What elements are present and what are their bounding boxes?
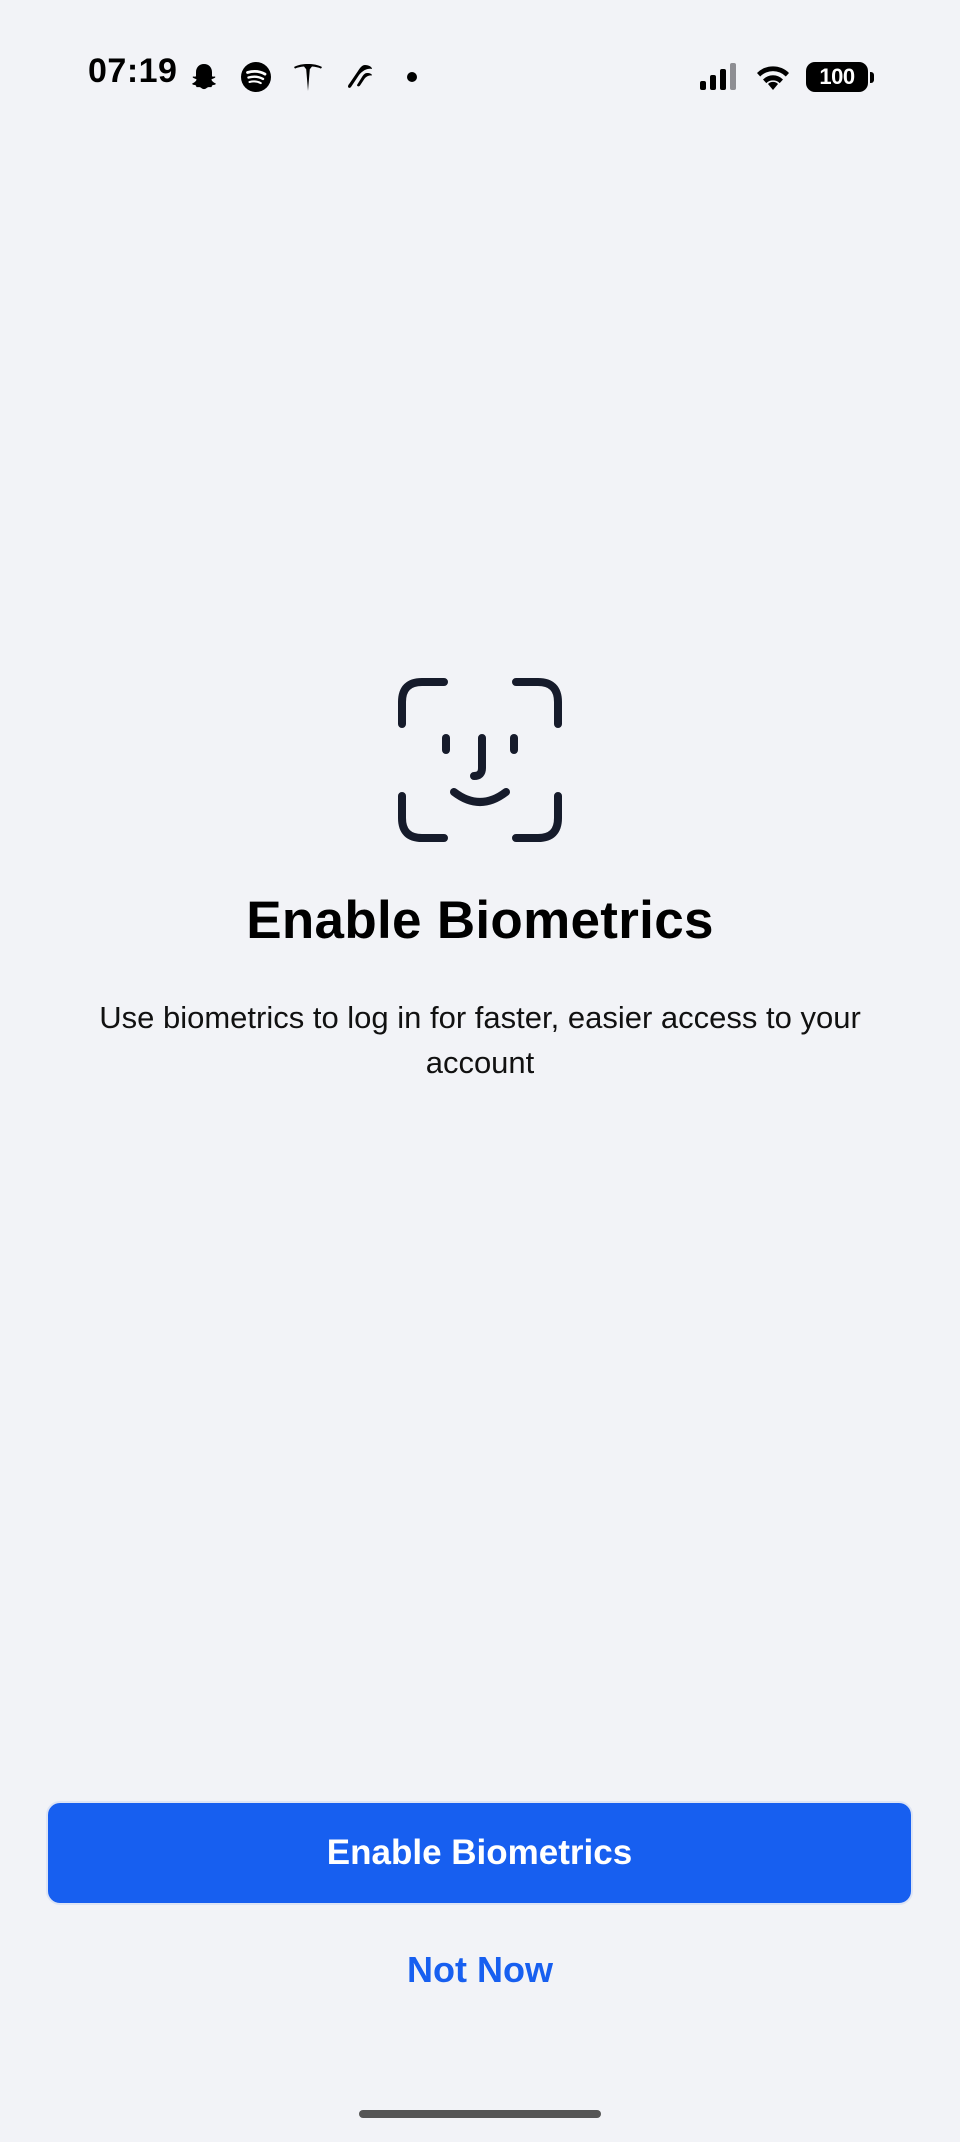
- signal-icon: [700, 62, 740, 92]
- page-subtitle: Use biometrics to log in for faster, eas…: [99, 1000, 861, 1080]
- not-now-button[interactable]: Not Now: [330, 1940, 630, 2000]
- face-id-icon: [398, 678, 562, 842]
- system-icons: 100: [700, 58, 874, 96]
- battery-icon: 100: [806, 62, 874, 92]
- dot-icon: [394, 59, 430, 95]
- status-time: 07:19: [88, 52, 178, 90]
- wifi-icon: [754, 62, 792, 92]
- tesla-icon: [290, 59, 326, 95]
- home-indicator[interactable]: [359, 2110, 601, 2118]
- spotify-icon: [238, 59, 274, 95]
- status-bar: 07:19 100: [0, 0, 960, 150]
- battery-level: 100: [806, 62, 868, 92]
- app-icon: [342, 59, 378, 95]
- enable-biometrics-button[interactable]: Enable Biometrics: [46, 1801, 913, 1905]
- page-title: Enable Biometrics: [246, 891, 714, 950]
- snapchat-icon: [186, 59, 222, 95]
- notification-icons: [186, 58, 430, 96]
- battery-cap: [870, 71, 874, 83]
